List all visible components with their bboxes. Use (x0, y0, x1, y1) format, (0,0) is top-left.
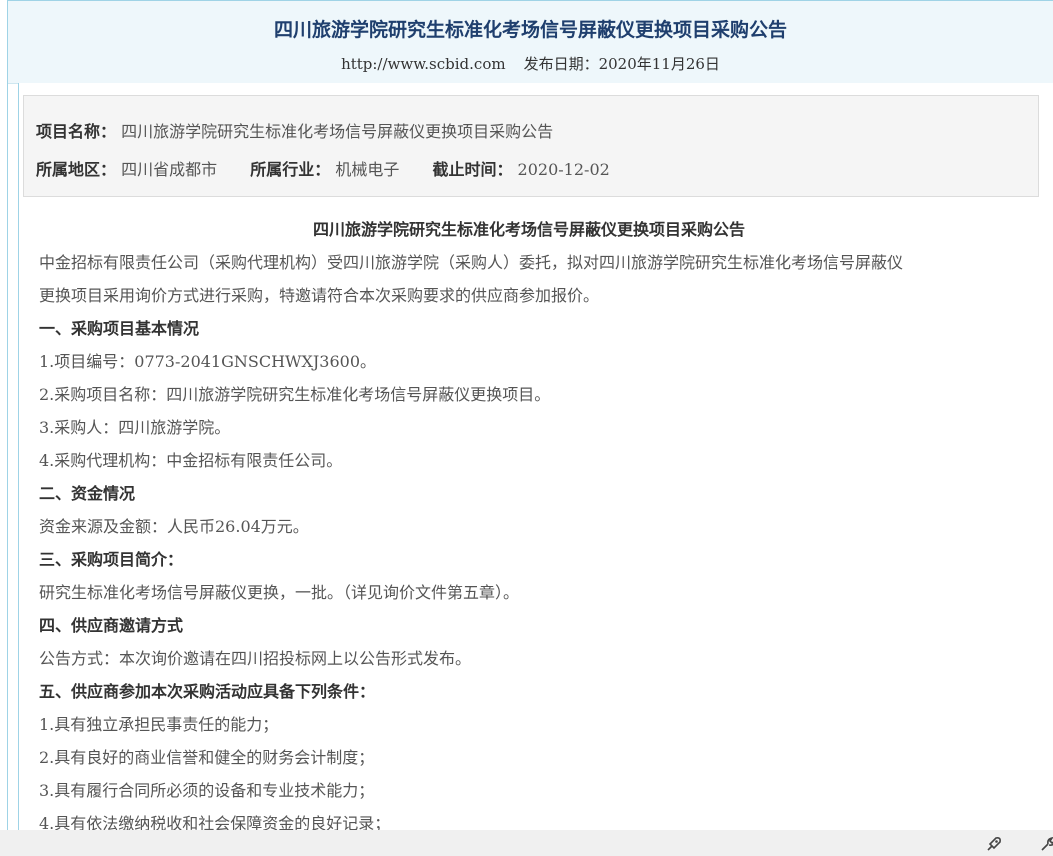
announcement-header: 四川旅游学院研究生标准化考场信号屏蔽仪更换项目采购公告 http://www.s… (8, 1, 1053, 84)
intro-line: 中金招标有限责任公司（采购代理机构）受四川旅游学院（采购人）委托，拟对四川旅游学… (39, 253, 904, 272)
section-heading: 一、采购项目基本情况 (39, 319, 200, 338)
article-body: 四川旅游学院研究生标准化考场信号屏蔽仪更换项目采购公告 中金招标有限责任公司（采… (39, 213, 1019, 830)
article-title: 四川旅游学院研究生标准化考场信号屏蔽仪更换项目采购公告 (312, 220, 745, 239)
publish-date: 发布日期：2020年11月26日 (523, 55, 720, 73)
industry-value: 机械电子 (335, 160, 400, 179)
list-item: 4.具有依法缴纳税收和社会保障资金的良好记录； (39, 814, 391, 830)
list-item: 1.具有独立承担民事责任的能力； (39, 715, 279, 734)
section-heading: 二、资金情况 (39, 484, 136, 503)
page-title: 四川旅游学院研究生标准化考场信号屏蔽仪更换项目采购公告 (273, 19, 787, 41)
industry-label: 所属行业： (250, 160, 331, 179)
paragraph: 研究生标准化考场信号屏蔽仪更换，一批。（详见询价文件第五章）。 (39, 583, 520, 602)
intro-line: 更换项目采用询价方式进行采购，特邀请符合本次采购要求的供应商参加报价。 (39, 286, 600, 305)
region-value: 四川省成都市 (121, 160, 218, 179)
deadline-label: 截止时间： (432, 160, 513, 179)
region-label: 所属地区： (36, 160, 117, 179)
paragraph: 资金来源及金额：人民币26.04万元。 (39, 517, 309, 536)
content-area: 项目名称： 四川旅游学院研究生标准化考场信号屏蔽仪更换项目采购公告 所属地区： … (18, 83, 1053, 830)
paragraph: 公告方式：本次询价邀请在四川招投标网上以公告形式发布。 (39, 649, 472, 668)
source-url[interactable]: http://www.scbid.com (341, 55, 506, 73)
announcement-frame: 四川旅游学院研究生标准化考场信号屏蔽仪更换项目采购公告 http://www.s… (7, 0, 1053, 830)
meta-line: http://www.scbid.com 发布日期：2020年11月26日 (8, 53, 1053, 74)
project-value: 四川旅游学院研究生标准化考场信号屏蔽仪更换项目采购公告 (121, 122, 554, 141)
info-box: 项目名称： 四川旅游学院研究生标准化考场信号屏蔽仪更换项目采购公告 所属地区： … (23, 95, 1039, 197)
list-item: 3.采购人：四川旅游学院。 (39, 418, 231, 437)
list-item: 1.项目编号：0773-2041GNSCHWXJ3600。 (39, 352, 377, 371)
list-item: 2.具有良好的商业信誉和健全的财务会计制度； (39, 748, 375, 767)
section-heading: 五、供应商参加本次采购活动应具备下列条件： (39, 682, 376, 701)
info-row-details: 所属地区： 四川省成都市 所属行业： 机械电子 截止时间： 2020-12-02 (36, 156, 610, 180)
deadline-value: 2020-12-02 (517, 160, 610, 179)
rocket-icon[interactable] (984, 834, 1004, 854)
project-label: 项目名称： (36, 122, 117, 141)
section-heading: 四、供应商邀请方式 (39, 616, 184, 635)
info-row-project: 项目名称： 四川旅游学院研究生标准化考场信号屏蔽仪更换项目采购公告 (36, 118, 553, 142)
list-item: 3.具有履行合同所必须的设备和专业技术能力； (39, 781, 375, 800)
list-item: 2.采购项目名称：四川旅游学院研究生标准化考场信号屏蔽仪更换项目。 (39, 385, 551, 404)
section-heading: 三、采购项目简介： (39, 550, 184, 569)
bottom-toolbar (0, 830, 1053, 856)
list-item: 4.采购代理机构：中金招标有限责任公司。 (39, 451, 343, 470)
tool-icon[interactable] (1038, 834, 1053, 854)
